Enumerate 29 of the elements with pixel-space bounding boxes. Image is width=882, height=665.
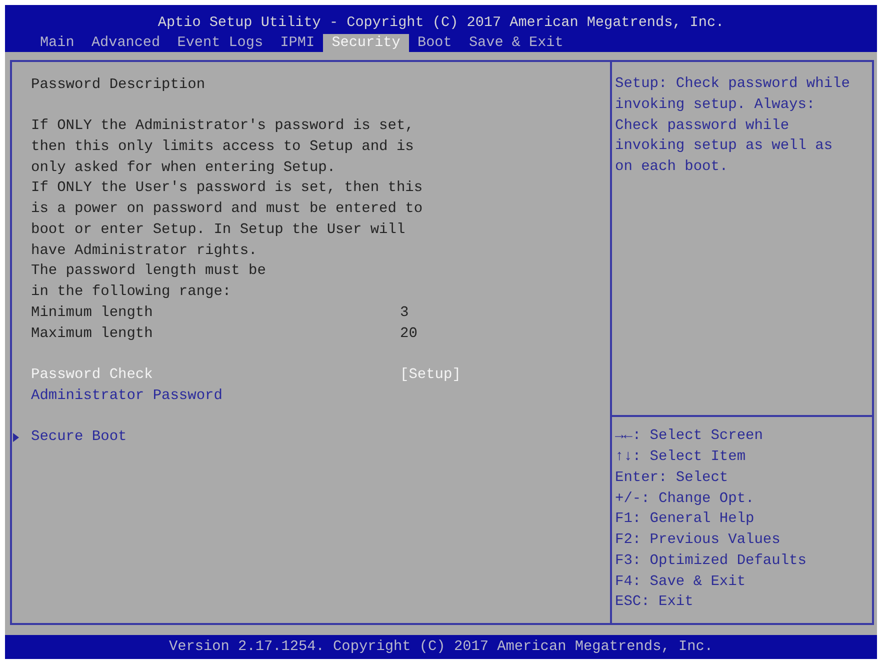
menu-tab[interactable]: IPMI (272, 34, 324, 52)
key-hint: +/-: Change Opt. (615, 490, 754, 509)
menu-tab[interactable]: Main (31, 34, 83, 52)
info-label: Maximum length (31, 324, 153, 344)
help-text: Setup: Check password while invoking setup. Always: Check password while invoking setup as well as on each boot. (615, 75, 850, 177)
status-bar: Version 2.17.1254. Copyright (C) 2017 American Megatrends, Inc. (5, 635, 877, 659)
key-hint: Enter: Select (615, 468, 728, 488)
key-hint: ↑↓: Select Item (615, 448, 746, 468)
info-label: Minimum length (31, 304, 153, 323)
menu-tab[interactable]: Save & Exit (460, 34, 572, 52)
menu-tab[interactable]: Event Logs (168, 34, 272, 52)
info-value: 3 (400, 304, 409, 323)
window-title: Aptio Setup Utility - Copyright (C) 2017 American Megatrends, Inc. (158, 15, 724, 31)
section-heading: Password Description (31, 76, 206, 95)
description-text: If ONLY the Administrator's password is set, then this only limits access to Setup and is only asked for when entering Setup. (31, 117, 414, 178)
caret-right-icon (13, 433, 19, 442)
key-hint: F3: Optimized Defaults (615, 552, 806, 571)
info-value: 20 (400, 324, 418, 344)
key-hint: F2: Previous Values (615, 531, 780, 550)
key-hint: F1: General Help (615, 510, 754, 530)
menu-item[interactable]: Administrator Password (31, 388, 222, 404)
key-hint: ESC: Exit (615, 593, 694, 612)
description-text: The password length must be in the following range: (31, 262, 266, 302)
key-hint: F4: Save & Exit (615, 572, 746, 592)
menu-tab[interactable]: Boot (408, 34, 460, 52)
key-hint: →←: Select Screen (615, 427, 763, 446)
description-text: If ONLY the User's password is set, then this is a power on password and must be entered to boot or enter Setup. In Setup the User will have Administrator rights. (31, 179, 423, 261)
submenu-item[interactable]: Secure Boot (31, 427, 127, 448)
menu-tab[interactable]: Advanced (82, 34, 169, 52)
